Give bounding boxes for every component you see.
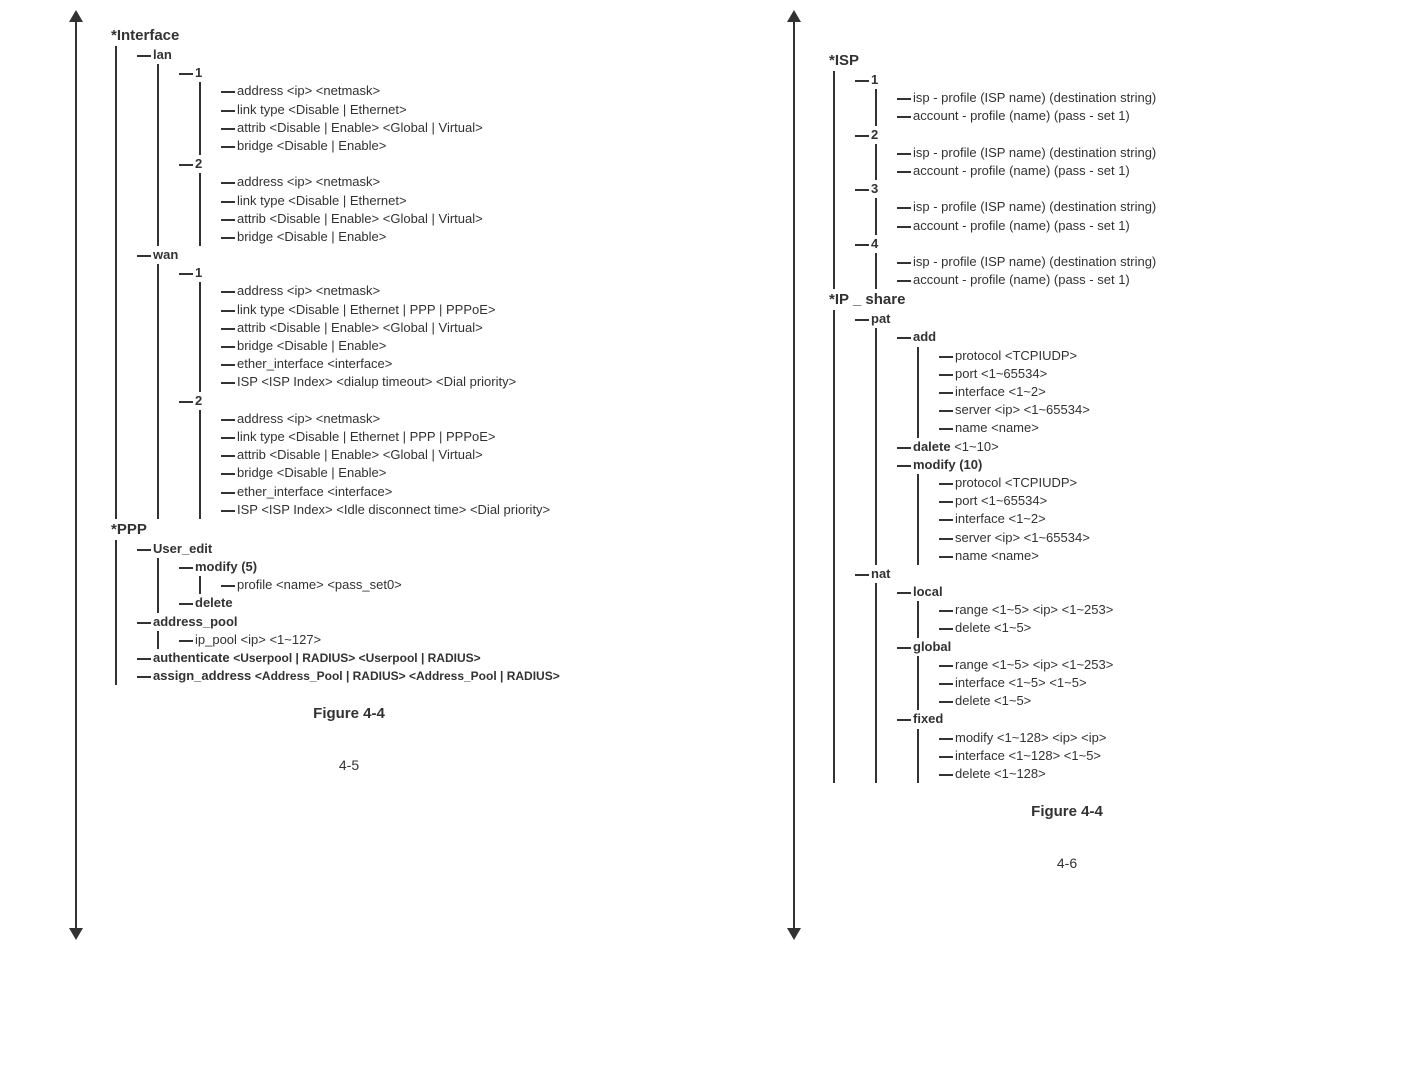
node-nat-local: local <box>913 584 943 599</box>
leaf-wan2-attrib: attrib <Disable | Enable> <Global | Virt… <box>237 447 483 462</box>
node-assign-address: assign_address <box>153 668 251 683</box>
leaf-pat-mod-a: protocol <TCPIUDP> <box>955 475 1077 490</box>
node-nat: nat <box>871 566 891 581</box>
node-pat-add: add <box>913 329 936 344</box>
leaf-wan1-ether: ether_interface <interface> <box>237 356 392 371</box>
leaf-lan2-bridge: bridge <Disable | Enable> <box>237 229 386 244</box>
leaf-wan1-attrib: attrib <Disable | Enable> <Global | Virt… <box>237 320 483 335</box>
node-lan-1: 1 <box>195 65 202 80</box>
leaf-wan2-linktype: link type <Disable | Ethernet | PPP | PP… <box>237 429 495 444</box>
leaf-lan1-address: address <ip> <netmask> <box>237 83 380 98</box>
leaf-nat-local-b: delete <1~5> <box>955 620 1031 635</box>
figure-label-right: Figure 4-4 <box>738 803 1396 820</box>
leaf-pat-add-b: port <1~65534> <box>955 366 1047 381</box>
leaf-wan1-address: address <ip> <netmask> <box>237 283 380 298</box>
node-pat: pat <box>871 311 891 326</box>
figure-label-left: Figure 4-4 <box>20 705 678 722</box>
leaf-pat-add-e: name <name> <box>955 420 1039 435</box>
leaf-lan1-linktype: link type <Disable | Ethernet> <box>237 102 407 117</box>
leaf-isp3-b: account - profile (name) (pass - set 1) <box>913 218 1130 233</box>
node-nat-fixed: fixed <box>913 711 943 726</box>
leaf-nat-global-a: range <1~5> <ip> <1~253> <box>955 657 1113 672</box>
leaf-isp1-b: account - profile (name) (pass - set 1) <box>913 108 1130 123</box>
args-pat-dalete: <1~10> <box>954 439 998 454</box>
node-ppp: *PPP <box>111 521 147 538</box>
leaf-pat-add-a: protocol <TCPIUDP> <box>955 348 1077 363</box>
leaf-pat-add-c: interface <1~2> <box>955 384 1046 399</box>
node-pat-dalete: dalete <box>913 439 951 454</box>
node-address-pool: address_pool <box>153 614 238 629</box>
page-number-left: 4-5 <box>20 757 678 773</box>
node-delete: delete <box>195 595 233 610</box>
node-modify5: modify (5) <box>195 559 257 574</box>
node-wan-2: 2 <box>195 393 202 408</box>
leaf-wan1-bridge: bridge <Disable | Enable> <box>237 338 386 353</box>
leaf-profile: profile <name> <pass_set0> <box>237 577 402 592</box>
leaf-isp1-a: isp - profile (ISP name) (destination st… <box>913 90 1156 105</box>
node-wan-1: 1 <box>195 265 202 280</box>
leaf-wan2-address: address <ip> <netmask> <box>237 411 380 426</box>
leaf-isp2-a: isp - profile (ISP name) (destination st… <box>913 145 1156 160</box>
node-isp-4: 4 <box>871 236 878 251</box>
node-ipshare: *IP _ share <box>829 291 905 308</box>
leaf-lan1-bridge: bridge <Disable | Enable> <box>237 138 386 153</box>
node-nat-global: global <box>913 639 951 654</box>
leaf-pat-mod-c: interface <1~2> <box>955 511 1046 526</box>
leaf-nat-global-b: interface <1~5> <1~5> <box>955 675 1087 690</box>
leaf-wan2-bridge: bridge <Disable | Enable> <box>237 465 386 480</box>
left-column: *Interface lan 1 address <ip> <netmask> … <box>20 20 678 871</box>
args-authenticate: <Userpool | RADIUS> <Userpool | RADIUS> <box>233 651 480 665</box>
leaf-nat-local-a: range <1~5> <ip> <1~253> <box>955 602 1113 617</box>
leaf-nat-global-c: delete <1~5> <box>955 693 1031 708</box>
leaf-isp4-b: account - profile (name) (pass - set 1) <box>913 272 1130 287</box>
node-isp-1: 1 <box>871 72 878 87</box>
leaf-isp2-b: account - profile (name) (pass - set 1) <box>913 163 1130 178</box>
leaf-pat-mod-d: server <ip> <1~65534> <box>955 530 1090 545</box>
leaf-wan1-linktype: link type <Disable | Ethernet | PPP | PP… <box>237 302 495 317</box>
args-assign-address: <Address_Pool | RADIUS> <Address_Pool | … <box>255 669 560 683</box>
node-lan-2: 2 <box>195 156 202 171</box>
leaf-lan2-attrib: attrib <Disable | Enable> <Global | Virt… <box>237 211 483 226</box>
right-column: *ISP 1 isp - profile (ISP name) (destina… <box>738 20 1396 871</box>
node-pat-modify: modify (10) <box>913 457 982 472</box>
leaf-nat-fixed-a: modify <1~128> <ip> <ip> <box>955 730 1106 745</box>
leaf-lan1-attrib: attrib <Disable | Enable> <Global | Virt… <box>237 120 483 135</box>
diagram-page: *Interface lan 1 address <ip> <netmask> … <box>20 20 1396 871</box>
node-isp-3: 3 <box>871 181 878 196</box>
leaf-wan1-isp: ISP <ISP Index> <dialup timeout> <Dial p… <box>237 374 516 389</box>
leaf-wan2-ether: ether_interface <interface> <box>237 484 392 499</box>
leaf-pat-mod-b: port <1~65534> <box>955 493 1047 508</box>
leaf-isp3-a: isp - profile (ISP name) (destination st… <box>913 199 1156 214</box>
page-number-right: 4-6 <box>738 855 1396 871</box>
leaf-pat-add-d: server <ip> <1~65534> <box>955 402 1090 417</box>
leaf-isp4-a: isp - profile (ISP name) (destination st… <box>913 254 1156 269</box>
node-user-edit: User_edit <box>153 541 212 556</box>
node-interface: *Interface <box>111 27 179 44</box>
leaf-lan2-address: address <ip> <netmask> <box>237 174 380 189</box>
leaf-nat-fixed-b: interface <1~128> <1~5> <box>955 748 1101 763</box>
leaf-nat-fixed-c: delete <1~128> <box>955 766 1046 781</box>
leaf-wan2-isp: ISP <ISP Index> <Idle disconnect time> <… <box>237 502 550 517</box>
leaf-lan2-linktype: link type <Disable | Ethernet> <box>237 193 407 208</box>
node-wan: wan <box>153 247 178 262</box>
node-isp-2: 2 <box>871 127 878 142</box>
node-isp: *ISP <box>829 52 859 69</box>
leaf-ippool: ip_pool <ip> <1~127> <box>195 632 321 647</box>
node-authenticate: authenticate <box>153 650 230 665</box>
leaf-pat-mod-e: name <name> <box>955 548 1039 563</box>
node-lan: lan <box>153 47 172 62</box>
